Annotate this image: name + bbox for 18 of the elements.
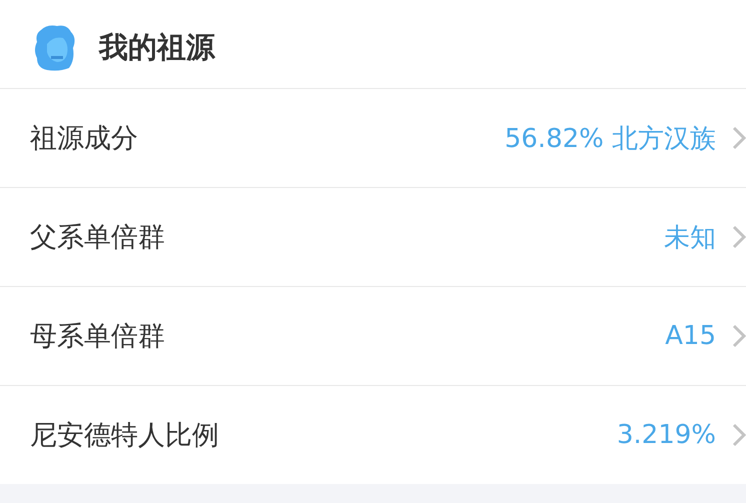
section-title: 我的祖源: [99, 29, 215, 66]
chevron-icon: [732, 225, 746, 249]
ancestor-head-icon: [33, 24, 77, 72]
chevron-icon: [732, 324, 746, 348]
row-value: 未知: [664, 222, 716, 254]
row-label: 母系单倍群: [30, 320, 166, 354]
row-value: 3.219%: [616, 420, 716, 450]
row-label: 父系单倍群: [30, 221, 166, 255]
list-row[interactable]: 祖源成分 56.82% 北方汉族: [0, 88, 746, 187]
chevron-icon: [732, 423, 746, 447]
list-row[interactable]: 母系单倍群 A15: [0, 286, 746, 385]
chevron-icon: [732, 126, 746, 150]
row-value: A15: [665, 321, 716, 351]
list-row[interactable]: 父系单倍群 未知: [0, 187, 746, 286]
row-label: 尼安德特人比例: [30, 419, 220, 453]
row-label: 祖源成分: [30, 122, 139, 156]
list-row[interactable]: 尼安德特人比例 3.219%: [0, 385, 746, 484]
row-value: 56.82% 北方汉族: [504, 122, 716, 156]
